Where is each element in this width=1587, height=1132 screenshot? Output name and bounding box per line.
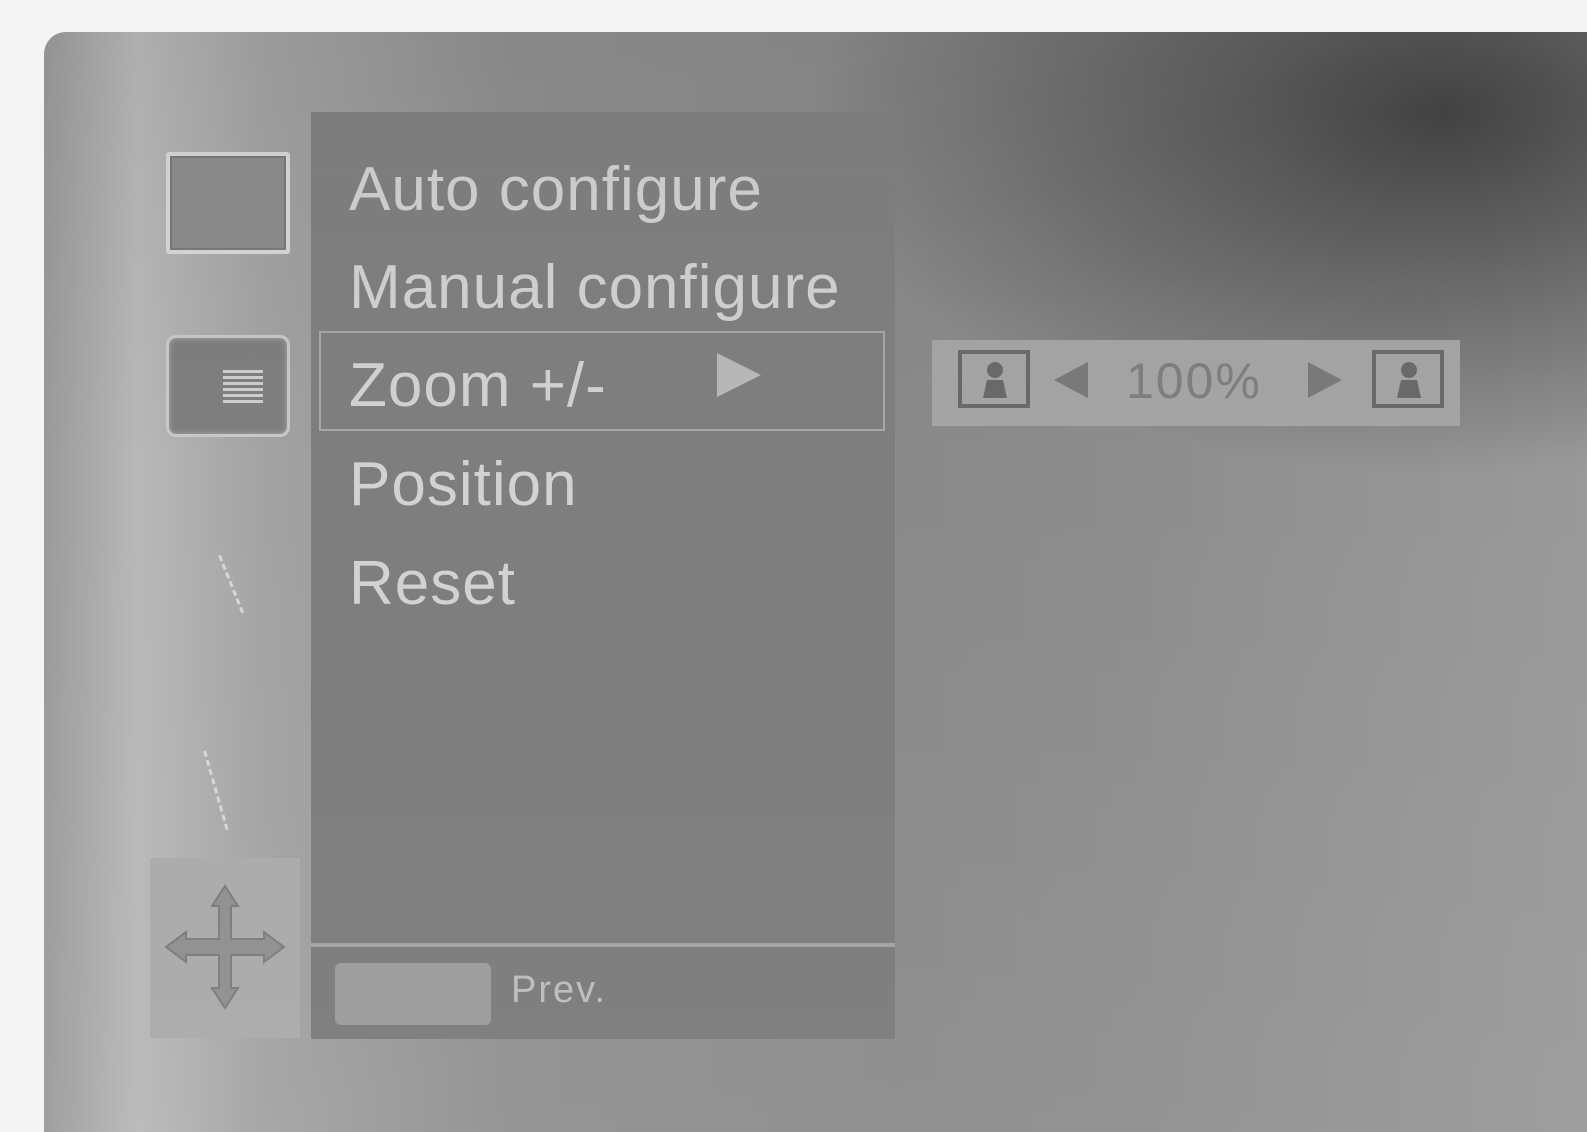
menu-item-position[interactable]: Position xyxy=(349,449,578,520)
prev-key-button[interactable] xyxy=(335,963,491,1025)
zoom-in-person-icon xyxy=(1372,350,1444,408)
prev-label: Prev. xyxy=(511,969,607,1011)
menu-item-reset[interactable]: Reset xyxy=(349,548,516,619)
zoom-value: 100% xyxy=(1126,353,1262,409)
menu-footer: Prev. xyxy=(311,943,895,1039)
menu-item-manual-configure[interactable]: Manual configure xyxy=(349,252,841,323)
screen-setup-icon[interactable] xyxy=(166,335,290,437)
zoom-decrease-arrow-icon[interactable] xyxy=(1054,362,1088,398)
menu-item-auto-configure[interactable]: Auto configure xyxy=(349,154,763,225)
submenu-arrow-icon xyxy=(717,353,761,397)
osd-screen: Auto configure Manual configure Zoom +/-… xyxy=(44,32,1587,1132)
picture-icon[interactable] xyxy=(166,152,290,254)
time-icon[interactable] xyxy=(203,745,245,831)
move-icon[interactable] xyxy=(150,858,300,1038)
screen-lines-decoration xyxy=(223,370,263,404)
zoom-out-person-icon xyxy=(958,350,1030,408)
screen-menu-panel: Auto configure Manual configure Zoom +/-… xyxy=(311,112,895,1039)
audio-icon[interactable] xyxy=(218,548,260,614)
zoom-increase-arrow-icon[interactable] xyxy=(1308,362,1342,398)
move-arrows-icon xyxy=(164,884,286,1010)
zoom-control-bar: 100% xyxy=(932,340,1460,426)
menu-item-zoom[interactable]: Zoom +/- xyxy=(349,350,607,421)
